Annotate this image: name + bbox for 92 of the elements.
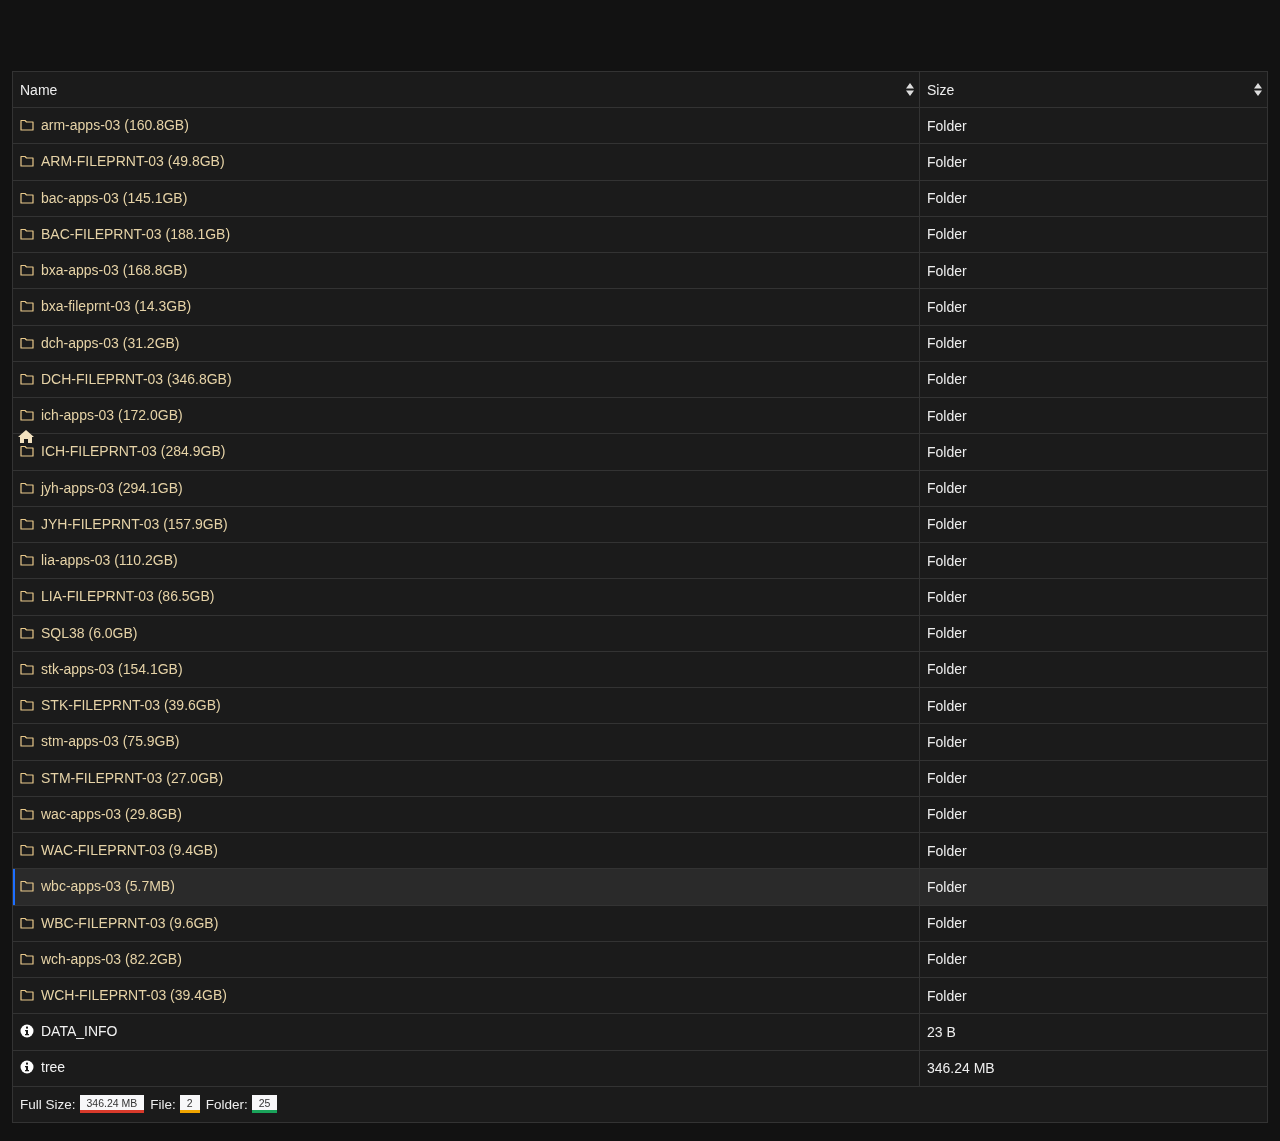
- folder-icon: [20, 445, 34, 458]
- folder-icon: [20, 481, 34, 494]
- summary-label: Folder:: [205, 1096, 248, 1112]
- item-size: 23 B: [927, 1023, 956, 1040]
- item-size: Folder: [927, 661, 967, 678]
- summary-value: 25: [251, 1095, 278, 1114]
- item-size: Folder: [927, 371, 967, 388]
- item-name[interactable]: dch-apps-03 (31.2GB): [41, 334, 180, 351]
- folder-icon: [20, 771, 34, 784]
- item-name[interactable]: STK-FILEPRNT-03 (39.6GB): [41, 697, 221, 714]
- item-name[interactable]: WCH-FILEPRNT-03 (39.4GB): [41, 987, 227, 1004]
- folder-icon: [20, 264, 34, 277]
- folder-icon: [20, 699, 34, 712]
- item-name[interactable]: WBC-FILEPRNT-03 (9.6GB): [41, 914, 219, 931]
- item-size: Folder: [927, 226, 967, 243]
- home-icon[interactable]: [17, 429, 35, 444]
- item-name[interactable]: stm-apps-03 (75.9GB): [41, 733, 180, 750]
- item-size: Folder: [927, 298, 967, 315]
- folder-icon: [20, 227, 34, 240]
- item-name[interactable]: ARM-FILEPRNT-03 (49.8GB): [41, 153, 225, 170]
- item-name[interactable]: DCH-FILEPRNT-03 (346.8GB): [41, 370, 232, 387]
- folder-icon: [20, 155, 34, 168]
- item-size: Folder: [927, 806, 967, 823]
- item-size: Folder: [927, 407, 967, 424]
- item-name[interactable]: jyh-apps-03 (294.1GB): [41, 479, 183, 496]
- folder-icon: [20, 626, 34, 639]
- info-icon: [20, 1060, 34, 1075]
- item-name[interactable]: wbc-apps-03 (5.7MB): [41, 878, 175, 895]
- item-name[interactable]: stk-apps-03 (154.1GB): [41, 660, 183, 677]
- folder-icon: [20, 735, 34, 748]
- item-name[interactable]: wch-apps-03 (82.2GB): [41, 950, 182, 967]
- column-header[interactable]: Name: [12, 71, 920, 108]
- item-size: Folder: [927, 117, 967, 134]
- item-size: Folder: [927, 987, 967, 1004]
- folder-icon: [20, 807, 34, 820]
- folder-icon: [20, 916, 34, 929]
- sort-icon[interactable]: [906, 83, 914, 96]
- item-size: Folder: [927, 153, 967, 170]
- folder-icon: [20, 844, 34, 857]
- folder-icon: [20, 880, 34, 893]
- item-size: Folder: [927, 443, 967, 460]
- item-size: Folder: [927, 190, 967, 207]
- item-name[interactable]: JYH-FILEPRNT-03 (157.9GB): [41, 515, 228, 532]
- folder-icon: [20, 336, 34, 349]
- folder-icon: [20, 554, 34, 567]
- summary-label: Full Size:: [20, 1096, 76, 1112]
- item-name[interactable]: BAC-FILEPRNT-03 (188.1GB): [41, 225, 231, 242]
- item-name[interactable]: WAC-FILEPRNT-03 (9.4GB): [41, 842, 218, 859]
- summary-value: 2: [179, 1095, 200, 1114]
- folder-icon: [20, 952, 34, 965]
- folder-icon: [20, 590, 34, 603]
- summary-label: File:: [150, 1096, 176, 1112]
- column-header[interactable]: Size: [919, 71, 1268, 108]
- item-name[interactable]: bac-apps-03 (145.1GB): [41, 189, 188, 206]
- folder-icon: [20, 191, 34, 204]
- folder-icon: [20, 372, 34, 385]
- item-size: Folder: [927, 697, 967, 714]
- item-name[interactable]: bxa-apps-03 (168.8GB): [41, 262, 188, 279]
- item-size: Folder: [927, 262, 967, 279]
- item-name[interactable]: ICH-FILEPRNT-03 (284.9GB): [41, 443, 226, 460]
- folder-icon: [20, 409, 34, 422]
- sort-icon[interactable]: [1254, 83, 1262, 96]
- item-name[interactable]: lia-apps-03 (110.2GB): [41, 552, 178, 569]
- item-size: 346.24 MB: [927, 1060, 995, 1077]
- item-name[interactable]: tree: [41, 1059, 66, 1076]
- folder-icon: [20, 662, 34, 675]
- item-size: Folder: [927, 480, 967, 497]
- item-name[interactable]: SQL38 (6.0GB): [41, 624, 138, 641]
- folder-icon: [20, 300, 34, 313]
- item-size: Folder: [927, 625, 967, 642]
- item-size: Folder: [927, 915, 967, 932]
- info-icon: [20, 1023, 34, 1038]
- item-size: Folder: [927, 842, 967, 859]
- item-name[interactable]: wac-apps-03 (29.8GB): [41, 805, 182, 822]
- item-size: Folder: [927, 770, 967, 787]
- item-size: Folder: [927, 552, 967, 569]
- item-name[interactable]: bxa-fileprnt-03 (14.3GB): [41, 298, 192, 315]
- item-name[interactable]: LIA-FILEPRNT-03 (86.5GB): [41, 588, 215, 605]
- item-size: Folder: [927, 951, 967, 968]
- item-name[interactable]: STM-FILEPRNT-03 (27.0GB): [41, 769, 224, 786]
- item-name[interactable]: DATA_INFO: [41, 1022, 118, 1039]
- summary-value: 346.24 MB: [79, 1095, 145, 1114]
- item-size: Folder: [927, 878, 967, 895]
- item-name[interactable]: arm-apps-03 (160.8GB): [41, 117, 189, 134]
- item-size: Folder: [927, 335, 967, 352]
- item-name[interactable]: ich-apps-03 (172.0GB): [41, 407, 183, 424]
- folder-icon: [20, 989, 34, 1002]
- item-size: Folder: [927, 516, 967, 533]
- item-size: Folder: [927, 733, 967, 750]
- folder-icon: [20, 517, 34, 530]
- item-size: Folder: [927, 588, 967, 605]
- folder-icon: [20, 119, 34, 132]
